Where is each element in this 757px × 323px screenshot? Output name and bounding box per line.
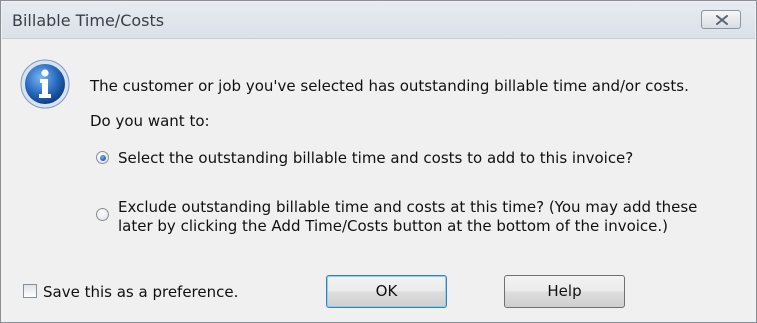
message-line-2: Do you want to: — [90, 112, 210, 130]
title-bar: Billable Time/Costs — [2, 2, 755, 39]
info-icon — [20, 59, 70, 109]
message-line-1: The customer or job you've selected has … — [90, 77, 689, 95]
window-title: Billable Time/Costs — [12, 11, 165, 30]
radio-label-exclude-line-2: later by clicking the Add Time/Costs but… — [118, 217, 669, 235]
radio-label-exclude-outstanding[interactable]: Exclude outstanding billable time and co… — [118, 198, 697, 236]
save-preference-checkbox[interactable] — [23, 284, 37, 298]
billable-time-costs-dialog: Billable Time/Costs The customer or job … — [0, 0, 757, 323]
save-preference-label[interactable]: Save this as a preference. — [43, 283, 238, 301]
ok-button[interactable]: OK — [326, 275, 447, 308]
help-button[interactable]: Help — [504, 275, 625, 308]
close-button[interactable] — [701, 10, 741, 29]
radio-label-exclude-line-1: Exclude outstanding billable time and co… — [118, 198, 698, 216]
radio-select-outstanding[interactable] — [96, 151, 109, 164]
close-icon — [716, 15, 728, 25]
radio-exclude-outstanding[interactable] — [96, 208, 109, 221]
radio-label-select-outstanding[interactable]: Select the outstanding billable time and… — [118, 149, 633, 167]
